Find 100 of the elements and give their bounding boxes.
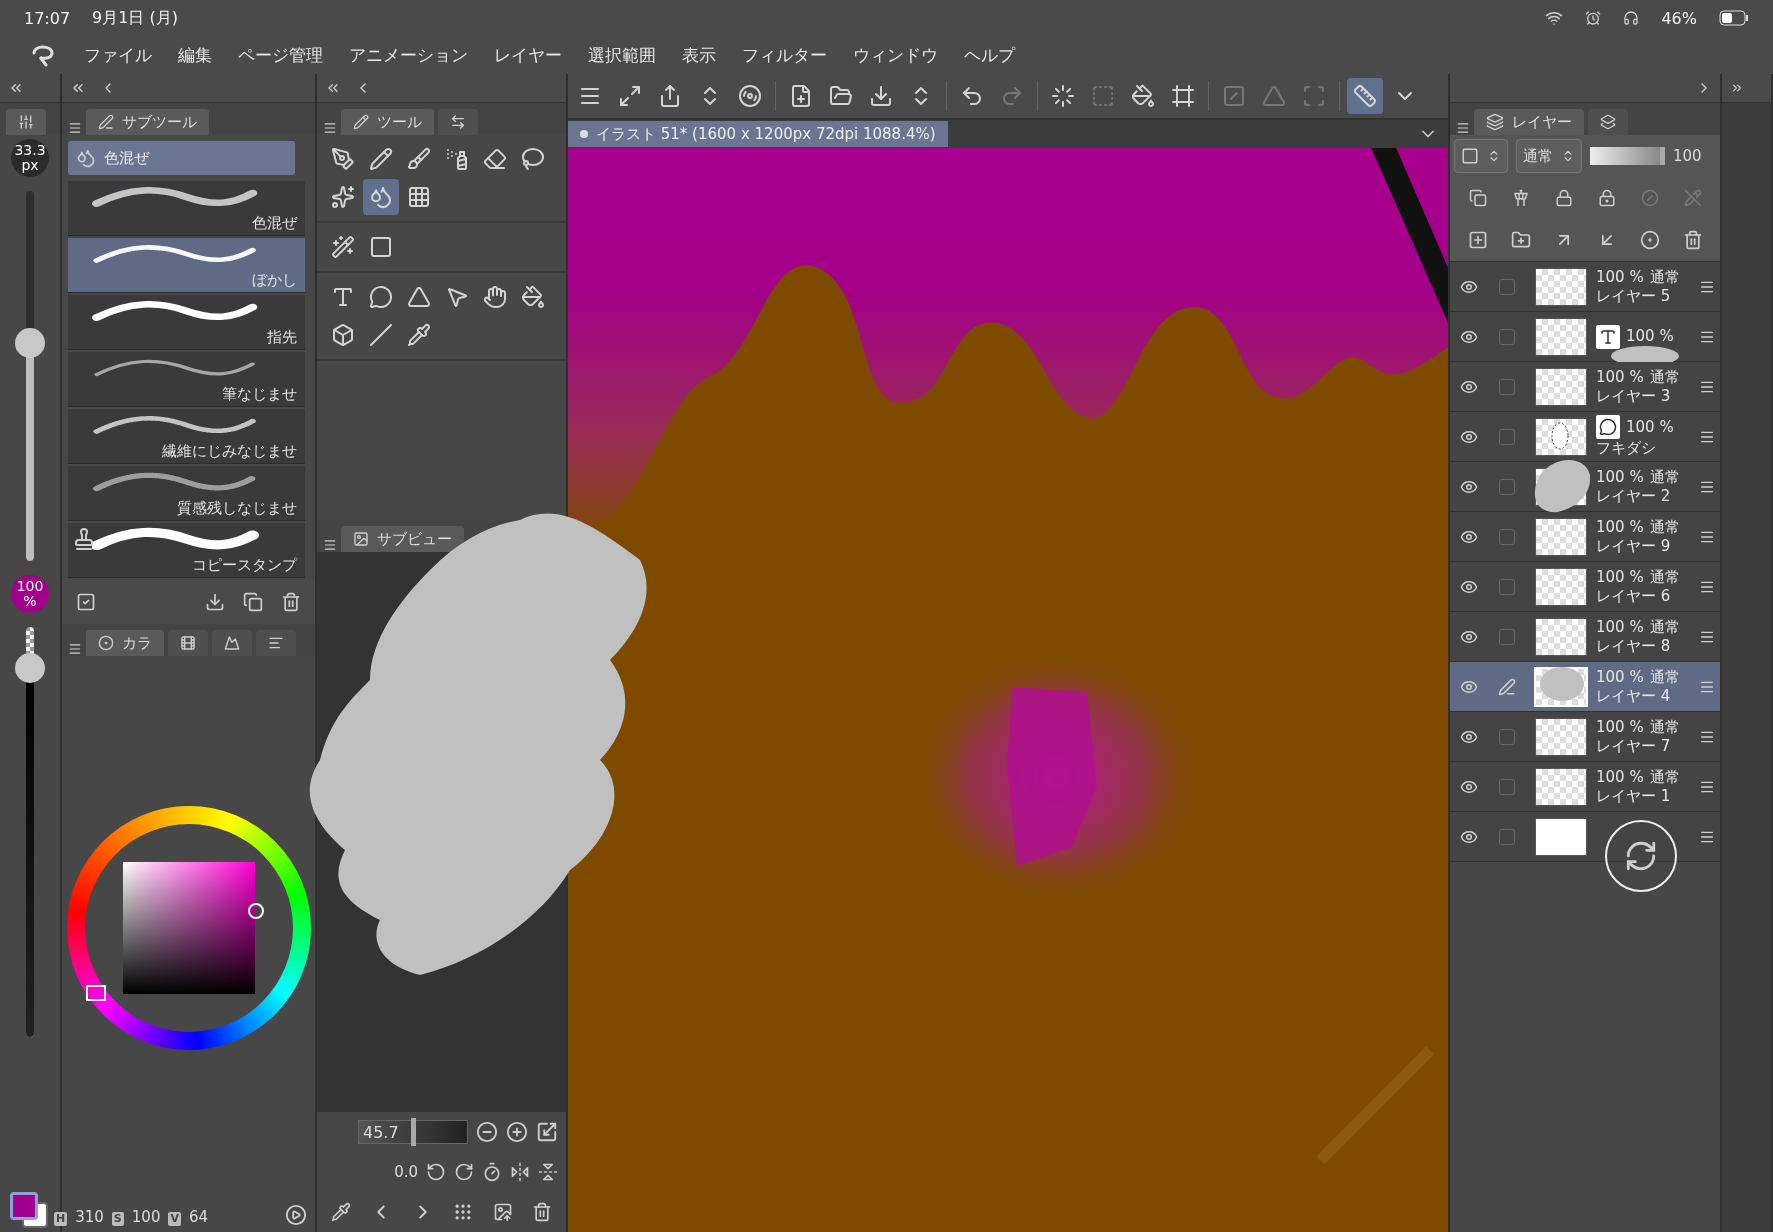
layer-checkbox[interactable]: [1499, 378, 1515, 395]
layer-blend-mode: 通常: [1649, 717, 1680, 737]
layer-checkbox[interactable]: [1499, 428, 1515, 445]
trash-icon[interactable]: [281, 592, 301, 612]
subtool-group[interactable]: 色混ぜ: [68, 141, 295, 175]
menu-item[interactable]: ヘルプ: [964, 41, 1015, 69]
menu-item[interactable]: アニメーション: [349, 41, 468, 69]
document-tab[interactable]: イラスト 51* (1600 x 1200px 72dpi 1088.4%): [568, 121, 948, 147]
layer-checkbox[interactable]: [1499, 278, 1515, 295]
image-export-icon[interactable]: [492, 1202, 513, 1222]
droplets-icon: [76, 148, 96, 168]
brush-opacity-slider[interactable]: [15, 627, 45, 1037]
layer-tab[interactable]: レイヤー: [1474, 109, 1584, 135]
panel-menu-icon[interactable]: [68, 642, 82, 656]
stamp-icon: [72, 527, 96, 551]
layer-checkbox[interactable]: [1499, 528, 1515, 545]
brush-item[interactable]: 色混ぜ: [68, 181, 305, 236]
layer-checkbox[interactable]: [1499, 578, 1515, 595]
menu-item[interactable]: ファイル: [84, 41, 152, 69]
value-label: V: [168, 1212, 181, 1226]
checkbox-stack-icon[interactable]: [76, 592, 96, 612]
brush-item[interactable]: 筆なじませ: [68, 352, 305, 407]
layer-thumbnail: [1535, 317, 1587, 356]
opacity-bar[interactable]: [1590, 147, 1665, 165]
fit-icon[interactable]: [536, 1121, 558, 1143]
zoom-in-icon[interactable]: [506, 1121, 528, 1143]
import-icon[interactable]: [205, 592, 225, 612]
lock-icon[interactable]: [1554, 189, 1573, 207]
panel-menu-icon[interactable]: [323, 538, 337, 552]
layer-row[interactable]: 100 % 通常 レイヤー 4: [1450, 662, 1720, 712]
menu-item[interactable]: ウィンドウ: [853, 41, 938, 69]
layer-checkbox[interactable]: [1499, 728, 1515, 745]
ruler-icon[interactable]: [1347, 78, 1383, 114]
hue-marker[interactable]: [86, 984, 107, 1001]
rotate-right-icon[interactable]: [454, 1162, 474, 1182]
zoom-slider[interactable]: 45.7: [358, 1120, 468, 1144]
zoom-out-icon[interactable]: [476, 1121, 498, 1143]
panel-menu-icon[interactable]: [323, 121, 337, 135]
layer-checkbox[interactable]: [1499, 628, 1515, 645]
sliders-tab[interactable]: [6, 109, 46, 135]
play-icon[interactable]: [285, 1204, 307, 1226]
tool-extra-tab[interactable]: [438, 109, 478, 135]
menu-item[interactable]: ページ管理: [238, 41, 323, 69]
new-layer-icon[interactable]: [1467, 230, 1488, 250]
color-set-tab[interactable]: [256, 630, 296, 656]
subtool-tab[interactable]: サブツール: [86, 109, 209, 135]
layer-checkbox[interactable]: [1499, 328, 1515, 345]
color-history-tab[interactable]: [212, 630, 252, 656]
headphones-icon: [1623, 10, 1640, 26]
layer-name: レイヤー 9: [1596, 536, 1671, 556]
color-picker-marker[interactable]: [247, 902, 264, 919]
tool-tab[interactable]: ツール: [341, 109, 434, 135]
status-time: 17:07: [24, 8, 71, 28]
blend-mode-select[interactable]: 通常: [1516, 139, 1582, 173]
trash-icon[interactable]: [1682, 230, 1703, 250]
layer-row[interactable]: 100 % フキダシ: [1450, 412, 1720, 462]
menu-item[interactable]: 選択範囲: [588, 41, 656, 69]
menu-item[interactable]: 表示: [682, 41, 716, 69]
layer-color-select[interactable]: [1454, 139, 1508, 173]
droplets-icon[interactable]: [363, 179, 399, 215]
brush-item[interactable]: 繊維にじみなじませ: [68, 409, 305, 464]
layer-checkbox[interactable]: [1499, 478, 1515, 495]
panel-menu-icon[interactable]: [1456, 121, 1470, 135]
lock-transparency-icon[interactable]: [1597, 189, 1616, 207]
brush-item[interactable]: 指先: [68, 295, 305, 350]
rotate-left-icon[interactable]: [426, 1162, 446, 1182]
flip-vertical-icon[interactable]: [538, 1162, 558, 1182]
duplicate-icon[interactable]: [243, 592, 263, 612]
layers-icon: [1486, 113, 1504, 131]
brush-item[interactable]: ぼかし: [68, 238, 305, 293]
subview-tab[interactable]: サブビュー: [341, 526, 464, 552]
brush-item[interactable]: 質感残しなじませ: [68, 466, 305, 521]
flip-horizontal-icon[interactable]: [510, 1162, 530, 1182]
trash-icon[interactable]: [532, 1202, 553, 1222]
saturation-value-square[interactable]: [122, 862, 255, 994]
opacity-value: 100: [1673, 147, 1702, 165]
layer-name: レイヤー 2: [1596, 486, 1671, 506]
blend-mode-value: 通常: [1523, 146, 1553, 166]
layer-row[interactable]: 100 % 通常 レイヤー 3: [1450, 362, 1720, 412]
eyedropper-icon[interactable]: [330, 1202, 351, 1222]
lighthouse-icon[interactable]: [1511, 189, 1530, 207]
brush-item[interactable]: コピースタンプ: [68, 523, 305, 578]
menu-item[interactable]: フィルター: [742, 41, 827, 69]
layer-opacity: 100 %: [1596, 517, 1644, 537]
layer-thumbnail: [1535, 267, 1587, 306]
layer-property-tab[interactable]: [1588, 109, 1628, 135]
color-slider-tab[interactable]: [168, 630, 208, 656]
panel-menu-icon[interactable]: [68, 121, 82, 135]
alarm-icon: [1585, 10, 1602, 26]
new-folder-icon[interactable]: [1510, 230, 1531, 250]
layer-checkbox[interactable]: [1499, 828, 1515, 845]
brush-size-slider[interactable]: [15, 191, 45, 561]
main-color-swatch[interactable]: [10, 1192, 38, 1220]
color-tab[interactable]: カラ: [86, 630, 164, 656]
menu-item[interactable]: 編集: [178, 41, 212, 69]
menu-item[interactable]: レイヤー: [494, 41, 562, 69]
balloon-layer-icon: [1596, 415, 1620, 439]
expand-icon[interactable]: [1730, 81, 1744, 95]
mask-icon[interactable]: [1639, 230, 1660, 250]
layer-checkbox[interactable]: [1499, 778, 1515, 795]
